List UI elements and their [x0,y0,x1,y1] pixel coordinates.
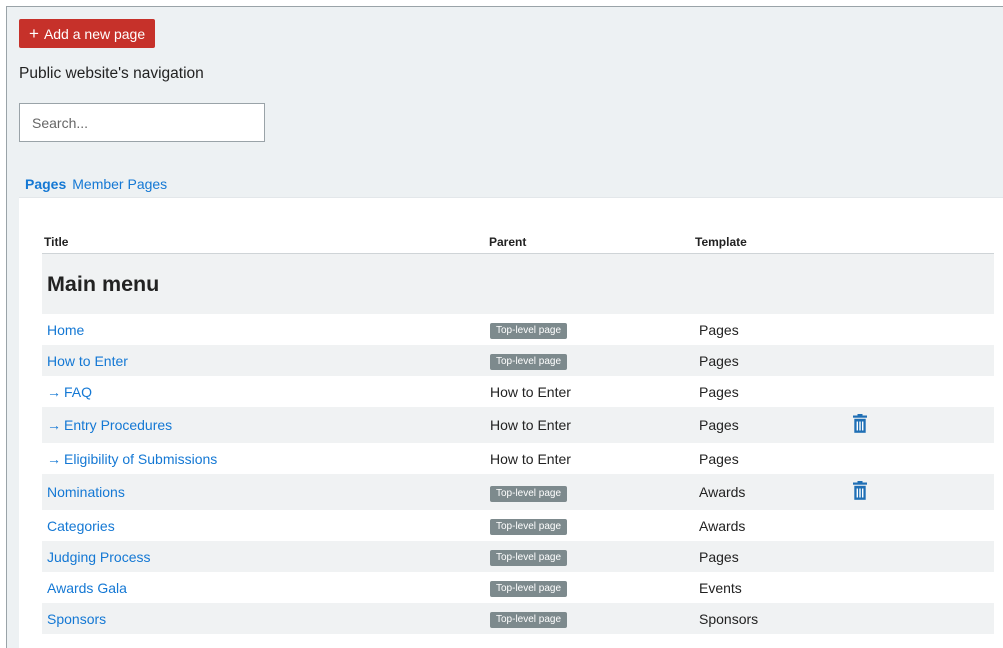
title-cell: Categories [42,510,487,541]
actions-cell [849,314,994,345]
group-title: Main menu [42,253,994,314]
title-cell: How to Enter [42,345,487,376]
top-level-badge: Top-level page [490,550,568,566]
actions-cell [849,345,994,376]
add-page-label: Add a new page [43,25,146,42]
table-row: Sponsors Top-level page Sponsors [42,603,994,634]
actions-cell [849,510,994,541]
top-level-badge: Top-level page [490,519,568,535]
template-cell: Awards [699,517,746,534]
title-cell: → Eligibility of Submissions [42,443,487,474]
tab-member-pages[interactable]: Member Pages [72,176,167,192]
parent-label: How to Enter [490,383,571,400]
page-title-link[interactable]: Entry Procedures [64,417,172,433]
parent-label: How to Enter [490,450,571,467]
actions-cell [849,407,994,443]
table-row: Nominations Top-level page Awards [42,474,994,510]
parent-cell: Top-level page [487,510,693,541]
parent-cell: How to Enter [487,407,693,443]
template-cell: Pages [699,352,739,369]
page-title-link[interactable]: Nominations [47,484,125,500]
tab-bar: Pages Member Pages [25,176,167,192]
group-row: Main menu [42,253,994,314]
table-row: → FAQ How to Enter Pages [42,376,994,407]
page-title-link[interactable]: How to Enter [47,353,128,369]
table-row: Home Top-level page Pages [42,314,994,345]
table-row: → Entry Procedures How to Enter Pages [42,407,994,443]
title-cell: Awards Gala [42,572,487,603]
template-cell: Pages [699,321,739,338]
title-cell: Nominations [42,474,487,510]
arrow-right-icon: → [47,383,61,400]
template-cell: Pages [699,417,739,433]
actions-cell [849,572,994,603]
column-template: Template [693,231,849,254]
table-row: Categories Top-level page Awards [42,510,994,541]
search-input[interactable] [19,103,265,142]
top-level-badge: Top-level page [490,485,568,502]
arrow-right-icon: → [47,450,61,467]
title-cell: → Entry Procedures [42,407,487,443]
parent-cell: How to Enter [487,443,693,474]
table-row: → Eligibility of Submissions How to Enter P… [42,443,994,474]
parent-label: How to Enter [490,417,571,433]
table-header-row: Title Parent Template [42,231,994,254]
tab-pages[interactable]: Pages [25,176,66,192]
table-row: How to Enter Top-level page Pages [42,345,994,376]
pages-table: Title Parent Template Main menu Home Top-… [42,231,994,634]
template-cell: Pages [699,383,739,400]
title-cell: Home [42,314,487,345]
page-title-link[interactable]: Judging Process [47,549,151,565]
actions-cell [849,443,994,474]
template-cell: Events [699,579,742,596]
title-cell: → FAQ [42,376,487,407]
template-cell: Awards [699,484,746,500]
page-title-link[interactable]: Eligibility of Submissions [64,451,217,467]
column-actions [849,231,994,254]
top-level-badge: Top-level page [490,323,568,339]
trash-icon[interactable] [853,481,867,503]
page-title-link[interactable]: Home [47,322,84,338]
navigation-heading: Public website's navigation [19,65,204,82]
plus-icon: + [29,23,39,43]
actions-cell [849,541,994,572]
column-parent: Parent [487,231,693,254]
title-cell: Judging Process [42,541,487,572]
top-level-badge: Top-level page [490,354,568,370]
parent-cell: Top-level page [487,345,693,376]
page-title-link[interactable]: Categories [47,518,115,534]
actions-cell [849,376,994,407]
table-row: Judging Process Top-level page Pages [42,541,994,572]
app-frame: + Add a new page Public website's naviga… [6,6,1003,648]
arrow-right-icon: → [47,417,61,433]
add-page-button[interactable]: + Add a new page [19,19,156,48]
parent-cell: Top-level page [487,541,693,572]
page-title-link[interactable]: FAQ [64,384,92,400]
parent-cell: Top-level page [487,572,693,603]
table-row: Awards Gala Top-level page Events [42,572,994,603]
template-cell: Pages [699,548,739,565]
title-cell: Sponsors [42,603,487,634]
template-cell: Pages [699,450,739,467]
page-title-link[interactable]: Awards Gala [47,580,127,596]
trash-icon[interactable] [853,414,867,436]
template-cell: Sponsors [699,610,759,627]
parent-cell: Top-level page [487,603,693,634]
parent-cell: Top-level page [487,474,693,510]
parent-cell: How to Enter [487,376,693,407]
top-level-badge: Top-level page [490,612,568,628]
actions-cell [849,603,994,634]
column-title: Title [42,231,487,254]
top-level-badge: Top-level page [490,581,568,597]
page-title-link[interactable]: Sponsors [47,611,106,627]
actions-cell [849,474,994,510]
parent-cell: Top-level page [487,314,693,345]
pages-panel: Title Parent Template Main menu Home Top-… [19,197,1003,648]
